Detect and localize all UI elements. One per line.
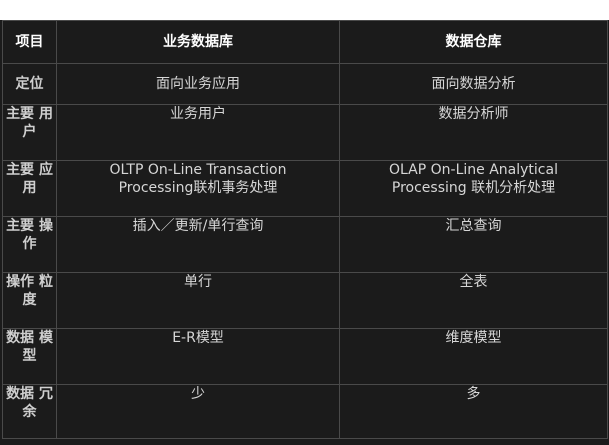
row-label-line: 数据 [6,330,35,346]
table-row: 数据 模型 E-R模型 维度模型 [2,328,608,385]
row-label-line: 主要 [6,162,35,178]
warehouse-cell: 汇总查询 [339,216,608,273]
business-cell: OLTP On-Line Transaction Processing联机事务处… [56,160,340,217]
row-label-line: 操作 [6,274,35,290]
row-label: 数据 模型 [2,328,57,385]
warehouse-cell: 全表 [339,272,608,329]
business-cell-line: 业务用户 [170,106,226,122]
row-label-line: 主要 [6,218,35,234]
business-cell: 单行 [56,272,340,329]
row-label: 定位 [2,63,57,105]
business-cell-line: 少 [191,386,205,402]
header-item: 项目 [2,20,57,64]
business-cell: 少 [56,384,340,439]
table-row: 操作 粒度 单行 全表 [2,272,608,329]
row-label: 操作 粒度 [2,272,57,329]
warehouse-cell-line: 面向数据分析 [431,76,516,92]
business-cell-line: 面向业务应用 [156,76,240,92]
row-label-line: 主要 [6,106,35,122]
business-cell-line: 插入／更新/单行查询 [132,218,264,234]
warehouse-cell: 数据分析师 [339,104,608,161]
row-label-line: 数据 [6,386,35,402]
row-label: 主要 应用 [2,160,57,217]
business-cell: 插入／更新/单行查询 [56,216,340,273]
header-row: 项目 业务数据库 数据仓库 [2,20,608,64]
warehouse-cell-line: 多 [466,386,481,402]
table-row: 数据 冗余 少 多 [2,384,608,439]
row-label: 主要 操作 [2,216,57,273]
warehouse-cell-line: 数据分析师 [438,106,509,122]
warehouse-cell: 多 [339,384,608,439]
warehouse-cell-line: OLAP On-Line Analytical [389,162,558,178]
row-label: 主要 用户 [2,104,57,161]
business-cell: 面向业务应用 [56,63,340,105]
comparison-table: 项目 业务数据库 数据仓库 定位 面向业务应用 面向数据分析 主要 用户 业务用… [2,20,608,439]
warehouse-cell-line: 汇总查询 [445,218,502,234]
top-white-band [0,0,609,20]
header-data-warehouse: 数据仓库 [339,20,608,64]
warehouse-cell-line: 全表 [459,274,488,290]
warehouse-cell-line: 维度模型 [445,330,502,346]
warehouse-cell-line: Processing 联机分析处理 [391,180,556,196]
business-cell-line: OLTP On-Line Transaction [109,162,287,178]
header-business-db: 业务数据库 [56,20,340,64]
business-cell-line: Processing联机事务处理 [118,180,278,196]
row-label-line: 定位 [15,76,44,92]
business-cell: E-R模型 [56,328,340,385]
business-cell-line: 单行 [184,274,212,290]
business-cell-line: E-R模型 [172,330,224,346]
table-row: 主要 应用 OLTP On-Line Transaction Processin… [2,160,608,217]
row-label: 数据 冗余 [2,384,57,439]
business-cell: 业务用户 [56,104,340,161]
table-row: 主要 用户 业务用户 数据分析师 [2,104,608,161]
warehouse-cell: OLAP On-Line Analytical Processing 联机分析处… [339,160,608,217]
warehouse-cell: 面向数据分析 [339,63,608,105]
table-row: 定位 面向业务应用 面向数据分析 [2,63,608,105]
table-row: 主要 操作 插入／更新/单行查询 汇总查询 [2,216,608,273]
warehouse-cell: 维度模型 [339,328,608,385]
